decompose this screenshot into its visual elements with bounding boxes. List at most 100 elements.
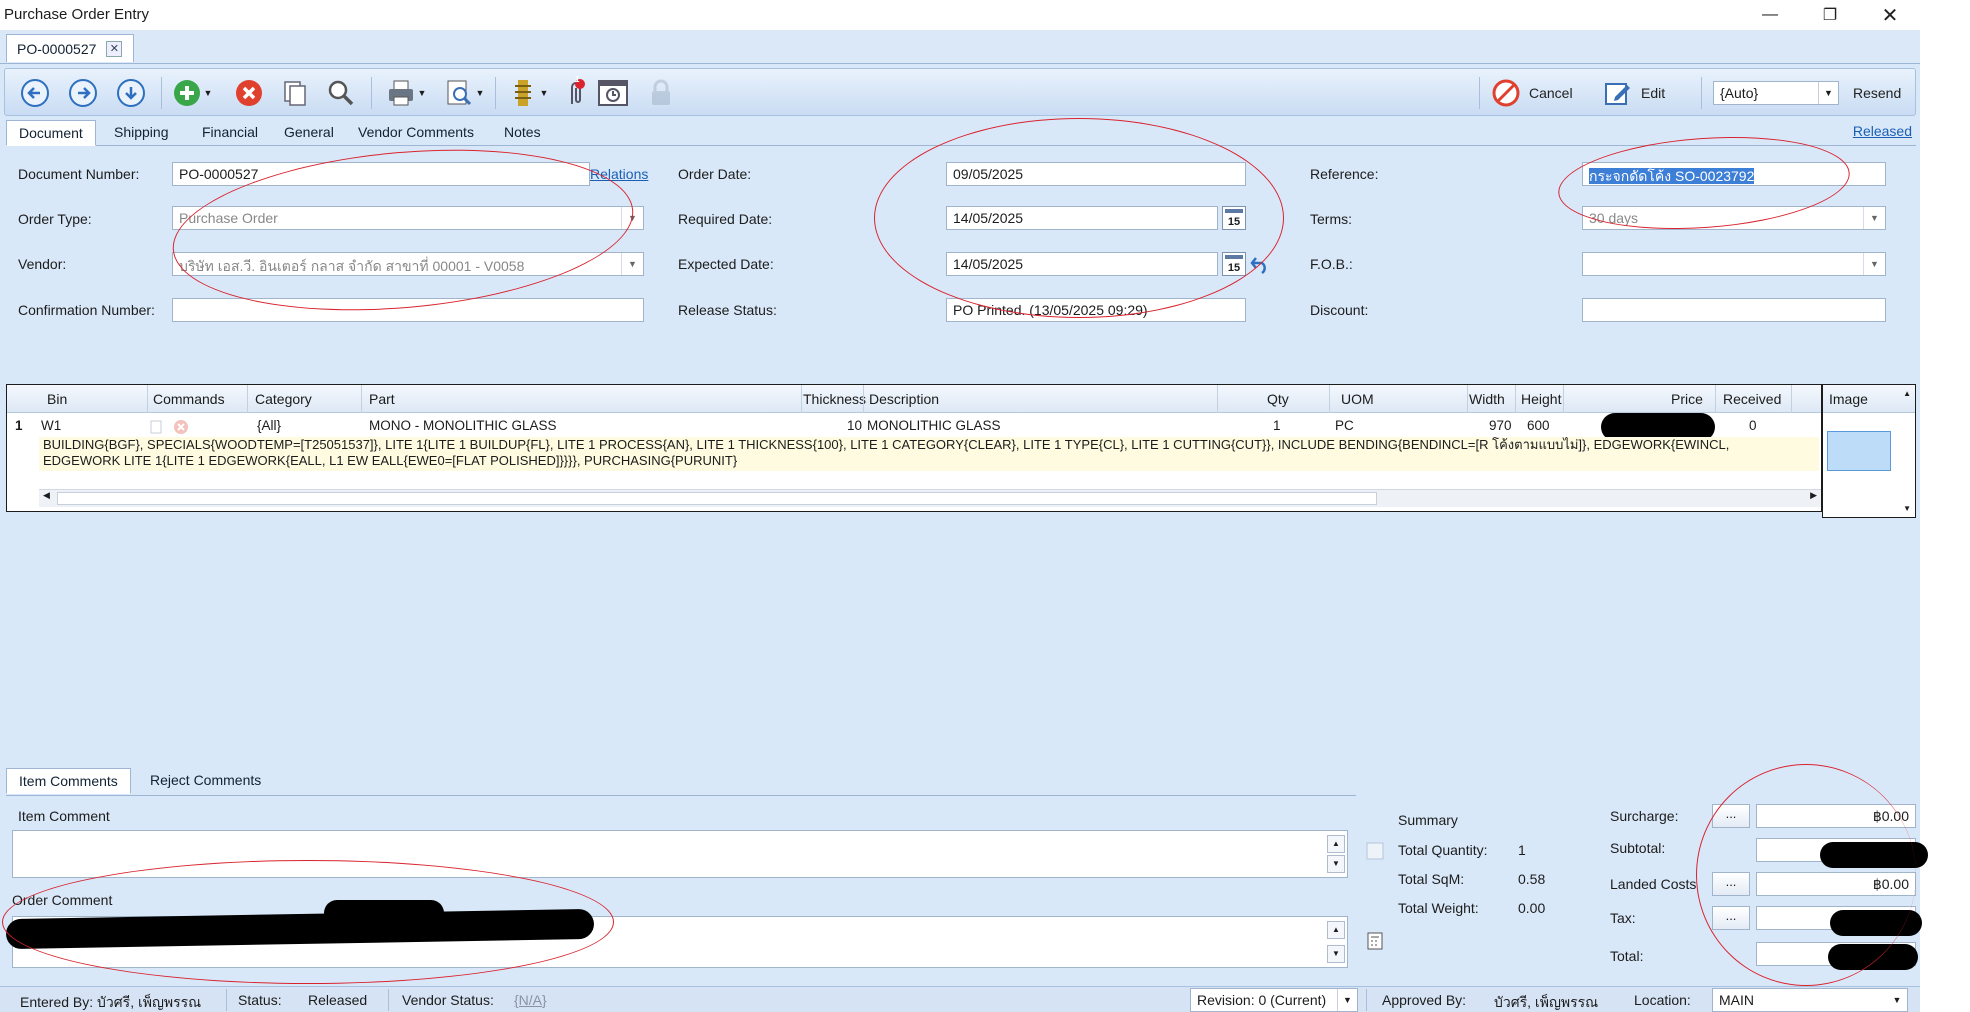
scroll-down-icon[interactable]: ▼ [1903, 504, 1911, 513]
undo-icon[interactable] [1250, 254, 1272, 274]
cell-category[interactable]: {All} [257, 418, 281, 433]
column-header-category[interactable]: Category [255, 391, 312, 407]
minimize-button[interactable]: — [1750, 2, 1790, 28]
table-row[interactable]: 1 W1 {All} MONO - MONOLITHIC GLASS 10 MO… [7, 413, 1821, 441]
reference-field[interactable]: กระจกดัดโค้ง SO-0023792 [1582, 162, 1886, 186]
scroll-up-icon[interactable]: ▲ [1327, 921, 1345, 939]
background-strip [1920, 0, 1970, 1012]
order-date-field[interactable]: 09/05/2025 [946, 162, 1246, 186]
forward-icon[interactable] [67, 77, 99, 109]
print-preview-icon[interactable] [443, 77, 475, 109]
print-mode-select[interactable]: {Auto} ▼ [1713, 81, 1839, 105]
surcharge-label: Surcharge: [1610, 808, 1679, 824]
edit-button[interactable]: Edit [1603, 79, 1665, 107]
cell-uom[interactable]: PC [1335, 418, 1354, 433]
cell-qty[interactable]: 1 [1273, 418, 1281, 433]
cancel-button[interactable]: Cancel [1491, 79, 1573, 107]
scroll-up-icon[interactable]: ▲ [1327, 835, 1345, 853]
chevron-down-icon: ▼ [1892, 995, 1902, 1005]
required-date-field[interactable]: 14/05/2025 [946, 206, 1218, 230]
add-icon[interactable] [171, 77, 203, 109]
copy-icon[interactable] [149, 419, 165, 435]
cell-description[interactable]: MONOLITHIC GLASS [867, 418, 1001, 433]
tab-vendor-comments[interactable]: Vendor Comments [346, 120, 486, 146]
relations-link[interactable]: Relations [590, 166, 648, 182]
copy-icon[interactable] [279, 77, 311, 109]
cell-width[interactable]: 970 [1489, 418, 1512, 433]
column-header-width[interactable]: Width [1469, 391, 1505, 407]
landed-costs-button[interactable]: ... [1712, 872, 1750, 896]
item-comment-field[interactable]: ▲ ▼ [12, 830, 1348, 878]
tab-shipping[interactable]: Shipping [102, 120, 181, 146]
fob-select[interactable]: ▼ [1582, 252, 1886, 276]
schedule-icon[interactable] [597, 77, 629, 109]
cell-bin[interactable]: W1 [41, 418, 61, 433]
cell-thickness[interactable]: 10 [847, 418, 862, 433]
scroll-up-icon[interactable]: ▲ [1903, 389, 1911, 398]
revision-select[interactable]: Revision: 0 (Current) ▼ [1190, 988, 1358, 1012]
terms-select[interactable]: 30 days ▼ [1582, 206, 1886, 230]
column-header-thickness[interactable]: Thickness [803, 391, 866, 407]
column-divider [1563, 385, 1564, 413]
confirmation-number-field[interactable] [172, 298, 644, 322]
tab-general[interactable]: General [272, 120, 346, 146]
close-button[interactable]: ✕ [1870, 2, 1910, 28]
tab-document[interactable]: Document [6, 120, 96, 146]
document-tab[interactable]: PO-0000527 ✕ [6, 34, 134, 62]
column-header-received[interactable]: Received [1723, 391, 1781, 407]
horizontal-scrollbar[interactable]: ◀ ▶ [39, 489, 1821, 507]
surcharge-button[interactable]: ... [1712, 804, 1750, 828]
scroll-down-icon[interactable]: ▼ [1327, 945, 1345, 963]
back-icon[interactable] [19, 77, 51, 109]
scroll-right-icon[interactable]: ▶ [1810, 490, 1817, 501]
expected-date-field[interactable]: 14/05/2025 [946, 252, 1218, 276]
tab-financial[interactable]: Financial [190, 120, 270, 146]
add-dropdown-icon[interactable]: ▼ [201, 77, 215, 109]
column-header-uom[interactable]: UOM [1341, 391, 1374, 407]
document-number-field[interactable]: PO-0000527 [172, 162, 590, 186]
section-tabs: Document Shipping Financial General Vend… [6, 118, 1916, 146]
resend-button[interactable]: Resend [1853, 79, 1901, 107]
cell-received[interactable]: 0 [1749, 418, 1757, 433]
column-header-bin[interactable]: Bin [47, 391, 67, 407]
scrollbar-thumb[interactable] [57, 492, 1377, 505]
column-header-commands[interactable]: Commands [153, 391, 225, 407]
download-icon[interactable] [115, 77, 147, 109]
close-tab-icon[interactable]: ✕ [106, 40, 123, 57]
location-select[interactable]: MAIN ▼ [1712, 988, 1908, 1012]
tax-button[interactable]: ... [1712, 906, 1750, 930]
document-tab-label: PO-0000527 [17, 40, 97, 57]
tab-reject-comments[interactable]: Reject Comments [138, 768, 273, 794]
revision-value: Revision: 0 (Current) [1197, 992, 1327, 1008]
column-header-part[interactable]: Part [369, 391, 395, 407]
glass-thumbnail[interactable] [1827, 431, 1891, 471]
vendor-select[interactable]: บริษัท เอส.วี. อินเตอร์ กลาส จำกัด สาขาท… [172, 252, 644, 276]
preview-dropdown-icon[interactable]: ▼ [473, 77, 487, 109]
released-link[interactable]: Released [1853, 123, 1912, 139]
search-icon[interactable] [325, 77, 357, 109]
delete-icon[interactable] [233, 77, 265, 109]
vendor-status-value[interactable]: {N/A} [514, 992, 547, 1008]
calendar-icon[interactable]: 15 [1222, 206, 1246, 230]
column-header-qty[interactable]: Qty [1267, 391, 1289, 407]
scroll-down-icon[interactable]: ▼ [1327, 855, 1345, 873]
delete-icon[interactable] [173, 419, 189, 435]
discount-field[interactable] [1582, 298, 1886, 322]
order-type-select[interactable]: Purchase Order ▼ [172, 206, 644, 230]
column-header-price[interactable]: Price [1671, 391, 1703, 407]
tab-notes[interactable]: Notes [492, 120, 553, 146]
restore-button[interactable]: ❐ [1810, 2, 1850, 28]
scroll-left-icon[interactable]: ◀ [43, 490, 50, 501]
column-header-height[interactable]: Height [1521, 391, 1561, 407]
cell-part[interactable]: MONO - MONOLITHIC GLASS [369, 418, 557, 433]
cell-height[interactable]: 600 [1527, 418, 1550, 433]
print-icon[interactable] [385, 77, 417, 109]
tools-dropdown-icon[interactable]: ▼ [537, 77, 551, 109]
summary-toggle-icon[interactable] [1366, 842, 1384, 860]
calendar-icon[interactable]: 15 [1222, 252, 1246, 276]
tab-item-comments[interactable]: Item Comments [6, 768, 131, 794]
tools-icon[interactable] [507, 77, 539, 109]
calculator-icon[interactable] [1366, 932, 1384, 950]
column-header-description[interactable]: Description [869, 391, 939, 407]
print-dropdown-icon[interactable]: ▼ [415, 77, 429, 109]
